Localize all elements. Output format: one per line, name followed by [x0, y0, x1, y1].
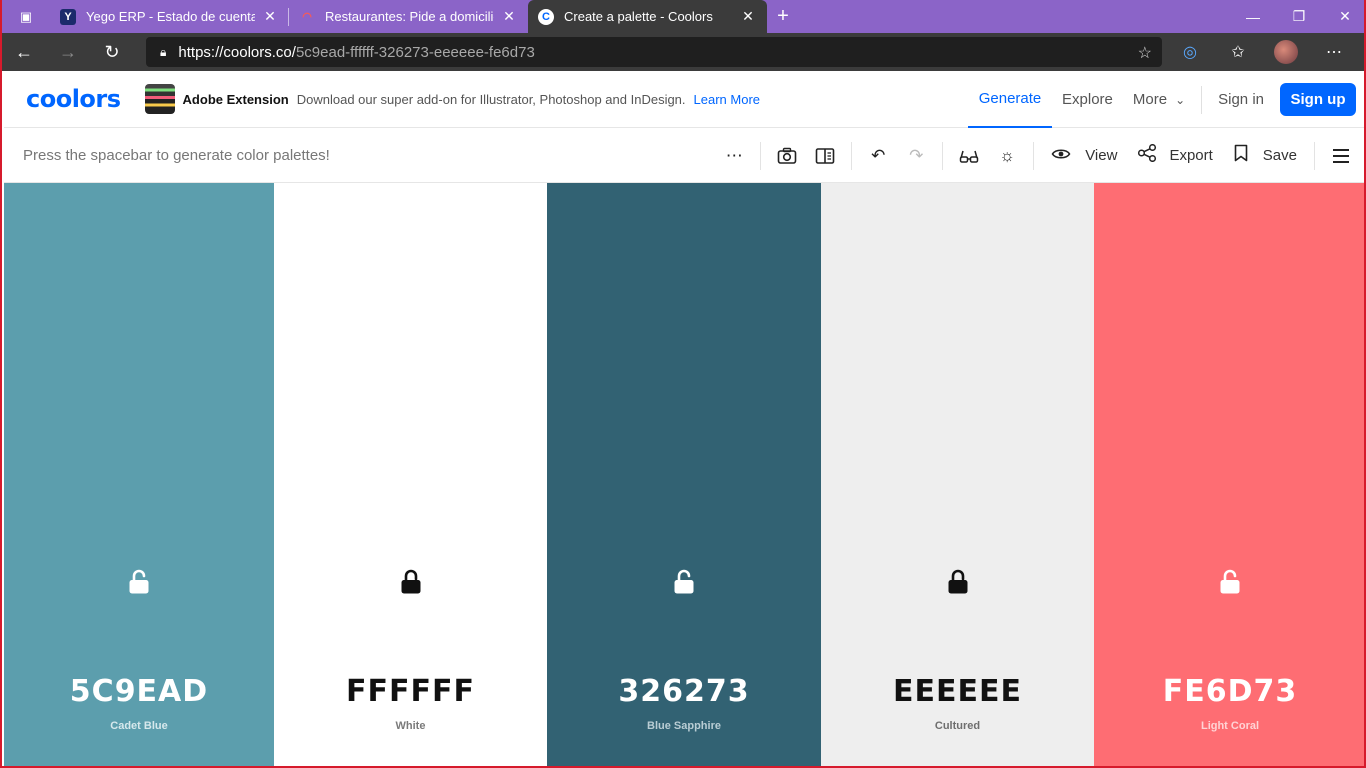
lock-icon[interactable] [128, 569, 150, 595]
learn-more-link[interactable]: Learn More [694, 92, 760, 107]
generator-toolbar: Press the spacebar to generate color pal… [4, 128, 1364, 183]
new-tab-icon[interactable]: + [767, 5, 799, 28]
color-name[interactable]: Cadet Blue [4, 720, 274, 732]
settings-menu-icon[interactable]: ⋯ [1310, 42, 1358, 62]
coolors-favicon-icon: C [538, 8, 554, 25]
hex-code[interactable]: EEEEEE [821, 674, 1094, 709]
spacebar-hint: Press the spacebar to generate color pal… [23, 146, 330, 164]
glasses-icon[interactable] [950, 128, 988, 183]
hamburger-menu-icon[interactable] [1322, 128, 1360, 183]
color-swatch[interactable]: FE6D73 Light Coral [1094, 183, 1364, 766]
favorites-icon[interactable]: ✩ [1214, 42, 1262, 62]
toolbar-actions: ⋯ ↶ ↷ ☼ View Export Save [715, 128, 1364, 183]
browser-window: ▣ Y Yego ERP - Estado de cuenta ✕ ◠ Rest… [0, 0, 1366, 768]
color-name[interactable]: Cultured [821, 720, 1094, 732]
adobe-extension-thumbnail [144, 84, 175, 114]
restore-icon[interactable]: ❐ [1276, 0, 1322, 33]
add-favorite-icon[interactable]: ☆ [1138, 43, 1152, 63]
close-tab-icon[interactable]: ✕ [739, 8, 757, 25]
chevron-down-icon: ⌄ [1175, 92, 1186, 107]
url-base: https://coolors.co/ [178, 43, 296, 61]
redo-icon[interactable]: ↷ [897, 128, 935, 183]
view-panel-icon[interactable] [806, 128, 844, 183]
divider [851, 141, 853, 170]
minimize-icon[interactable]: — [1230, 0, 1276, 33]
address-bar[interactable]: 🔒︎ https://coolors.co/5c9ead-ffffff-3262… [146, 37, 1162, 67]
tab-coolors[interactable]: C Create a palette - Coolors ✕ [528, 0, 767, 33]
color-swatch[interactable]: 326273 Blue Sapphire [547, 183, 821, 766]
camera-icon[interactable] [768, 128, 806, 183]
more-options-icon[interactable]: ⋯ [715, 128, 753, 183]
view-button[interactable]: View [1041, 128, 1127, 183]
tab-bar: ▣ Y Yego ERP - Estado de cuenta ✕ ◠ Rest… [2, 0, 1364, 33]
hex-code[interactable]: 5C9EAD [4, 674, 274, 709]
url-text: https://coolors.co/5c9ead-ffffff-326273-… [178, 44, 534, 61]
nav-more-label: More [1132, 91, 1168, 108]
coolors-logo[interactable]: coolors [26, 85, 121, 113]
color-palette: 5C9EAD Cadet Blue FFFFFF White 326273 Bl… [4, 183, 1364, 766]
lock-icon[interactable] [400, 569, 422, 595]
lock-icon[interactable] [1219, 569, 1241, 595]
brightness-icon[interactable]: ☼ [988, 128, 1026, 183]
hex-code[interactable]: 326273 [547, 674, 821, 709]
promo-text: Download our super add-on for Illustrato… [296, 91, 686, 107]
share-icon [1137, 143, 1157, 167]
divider [1314, 141, 1315, 170]
tab-yego[interactable]: Y Yego ERP - Estado de cuenta ✕ [50, 0, 289, 33]
tab-title: Create a palette - Coolors [564, 9, 713, 24]
profile-avatar[interactable] [1274, 40, 1298, 64]
lock-icon[interactable] [947, 569, 969, 595]
color-swatch[interactable]: FFFFFF White [274, 183, 547, 766]
restaurant-favicon-icon: ◠ [302, 11, 312, 23]
tab-actions-icon[interactable]: ▣ [2, 0, 50, 33]
divider [1033, 141, 1035, 170]
divider [942, 141, 944, 170]
view-label: View [1085, 147, 1118, 164]
close-window-icon[interactable]: ✕ [1322, 0, 1364, 33]
nav-explore[interactable]: Explore [1052, 71, 1123, 128]
navigation-bar: ← → ↻ 🔒︎ https://coolors.co/5c9ead-fffff… [2, 33, 1364, 71]
promo-title: Adobe Extension [182, 91, 289, 107]
hex-code[interactable]: FE6D73 [1094, 674, 1364, 709]
yego-favicon-icon: Y [60, 8, 76, 25]
lock-icon[interactable] [673, 569, 695, 595]
tab-title: Yego ERP - Estado de cuenta [86, 9, 255, 24]
export-button[interactable]: Export [1127, 128, 1222, 183]
bookmark-icon [1233, 144, 1249, 167]
sign-up-button[interactable]: Sign up [1280, 83, 1356, 116]
window-controls: — ❐ ✕ [1230, 0, 1364, 33]
close-tab-icon[interactable]: ✕ [261, 8, 279, 25]
nav-more[interactable]: More ⌄ [1123, 71, 1195, 128]
close-tab-icon[interactable]: ✕ [500, 8, 518, 25]
nav-generate[interactable]: Generate [968, 71, 1053, 128]
extension-icon[interactable]: ◎ [1166, 42, 1214, 62]
divider [760, 141, 762, 170]
browser-extensions: ◎ ✩ ⋯ [1166, 33, 1358, 71]
color-name[interactable]: White [274, 720, 547, 732]
url-path: 5c9ead-ffffff-326273-eeeeee-fe6d73 [295, 43, 535, 61]
reload-icon[interactable]: ↻ [90, 33, 134, 71]
tab-title: Restaurantes: Pide a domicilio co [325, 9, 494, 24]
color-name[interactable]: Blue Sapphire [547, 720, 821, 732]
tab-restaurantes[interactable]: ◠ Restaurantes: Pide a domicilio co ✕ [289, 0, 528, 33]
save-label: Save [1262, 147, 1297, 164]
color-swatch[interactable]: EEEEEE Cultured [821, 183, 1094, 766]
main-nav: Generate Explore More ⌄ Sign in Sign up [968, 71, 1364, 128]
back-icon[interactable]: ← [2, 33, 46, 71]
divider [1201, 85, 1203, 114]
forward-icon[interactable]: → [46, 33, 90, 71]
save-button[interactable]: Save [1223, 128, 1307, 183]
export-label: Export [1169, 147, 1213, 164]
site-header: coolors Adobe Extension Download our sup… [4, 71, 1364, 128]
hex-code[interactable]: FFFFFF [274, 674, 547, 709]
color-swatch[interactable]: 5C9EAD Cadet Blue [4, 183, 274, 766]
sign-in-link[interactable]: Sign in [1208, 71, 1274, 128]
lock-icon[interactable]: 🔒︎ [160, 45, 166, 60]
color-name[interactable]: Light Coral [1094, 720, 1364, 732]
eye-icon [1051, 146, 1071, 166]
undo-icon[interactable]: ↶ [859, 128, 897, 183]
